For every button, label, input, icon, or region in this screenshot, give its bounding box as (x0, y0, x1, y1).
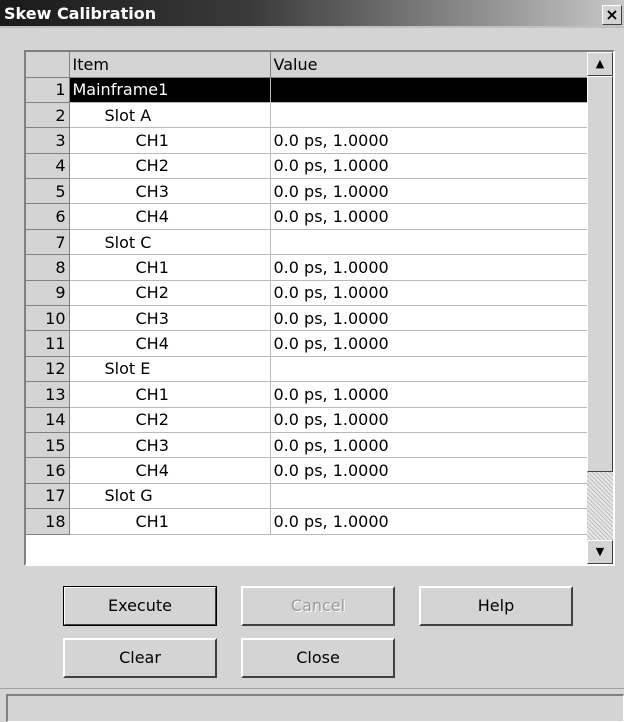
value-cell[interactable]: 0.0 ps, 1.0000 (270, 178, 588, 205)
item-cell[interactable]: CH1 (69, 381, 271, 408)
row-number[interactable]: 14 (26, 407, 70, 433)
table-row[interactable]: 1 Mainframe1 (26, 77, 588, 103)
table-row[interactable]: 6 CH4 0.0 ps, 1.0000 (26, 203, 588, 230)
table-row[interactable]: 13 CH1 0.0 ps, 1.0000 (26, 381, 588, 408)
item-cell[interactable]: CH1 (69, 254, 271, 281)
row-number[interactable]: 1 (26, 77, 70, 103)
item-cell[interactable]: CH3 (69, 432, 271, 459)
item-cell[interactable]: CH2 (69, 280, 271, 307)
value-cell[interactable] (270, 483, 588, 510)
value-cell[interactable]: 0.0 ps, 1.0000 (270, 407, 588, 433)
help-button[interactable]: Help (419, 586, 573, 626)
table-row[interactable]: 7 Slot C (26, 229, 588, 256)
execute-button[interactable]: Execute (63, 586, 217, 626)
separator (0, 688, 624, 689)
row-number[interactable]: 7 (26, 229, 70, 256)
item-cell[interactable]: CH1 (69, 508, 271, 535)
row-number[interactable]: 5 (26, 178, 70, 205)
item-cell[interactable]: CH3 (69, 178, 271, 205)
row-number[interactable]: 12 (26, 356, 70, 383)
grid-body: 1 Mainframe1 2 Slot A 3 CH1 0.0 ps, 1.0000 4 CH2… (26, 77, 588, 535)
header-row: Item Value (26, 52, 588, 78)
item-cell[interactable]: CH3 (69, 305, 271, 332)
title-bar[interactable]: Skew Calibration × (0, 0, 624, 28)
table-row[interactable]: 17 Slot G (26, 483, 588, 510)
value-cell[interactable] (270, 356, 588, 383)
value-cell[interactable]: 0.0 ps, 1.0000 (270, 305, 588, 332)
item-cell[interactable]: Slot E (69, 356, 271, 383)
row-number[interactable]: 10 (26, 305, 70, 332)
scroll-thumb[interactable] (587, 76, 613, 472)
value-cell[interactable]: 0.0 ps, 1.0000 (270, 508, 588, 535)
close-button[interactable]: Close (241, 638, 395, 678)
value-cell[interactable] (270, 229, 588, 256)
skew-grid[interactable]: Item Value 1 Mainframe1 2 Slot A 3 CH1 0.0 ps,… (26, 52, 588, 564)
scroll-down-arrow-icon[interactable]: ▼ (587, 540, 613, 564)
scroll-up-arrow-icon[interactable]: ▲ (587, 52, 613, 76)
table-row[interactable]: 11 CH4 0.0 ps, 1.0000 (26, 330, 588, 357)
window-title: Skew Calibration (4, 4, 157, 23)
status-bar (6, 694, 624, 722)
item-cell[interactable]: CH2 (69, 153, 271, 180)
row-number[interactable]: 2 (26, 102, 70, 129)
item-cell[interactable]: Mainframe1 (69, 77, 271, 103)
table-row[interactable]: 15 CH3 0.0 ps, 1.0000 (26, 432, 588, 459)
table-row[interactable]: 12 Slot E (26, 356, 588, 383)
value-cell[interactable]: 0.0 ps, 1.0000 (270, 432, 588, 459)
row-number[interactable]: 4 (26, 153, 70, 180)
item-cell[interactable]: Slot G (69, 483, 271, 510)
row-number[interactable]: 6 (26, 203, 70, 230)
value-cell[interactable]: 0.0 ps, 1.0000 (270, 280, 588, 307)
value-cell[interactable] (270, 102, 588, 129)
table-row[interactable]: 10 CH3 0.0 ps, 1.0000 (26, 305, 588, 332)
close-icon[interactable]: × (602, 5, 622, 25)
value-cell[interactable] (270, 77, 588, 103)
scroll-track[interactable] (587, 472, 613, 540)
table-row[interactable]: 14 CH2 0.0 ps, 1.0000 (26, 407, 588, 433)
item-cell[interactable]: CH1 (69, 127, 271, 154)
value-cell[interactable]: 0.0 ps, 1.0000 (270, 381, 588, 408)
table-row[interactable]: 18 CH1 0.0 ps, 1.0000 (26, 508, 588, 535)
item-cell[interactable]: Slot C (69, 229, 271, 256)
table-row[interactable]: 9 CH2 0.0 ps, 1.0000 (26, 280, 588, 307)
table-row[interactable]: 3 CH1 0.0 ps, 1.0000 (26, 127, 588, 154)
item-cell[interactable]: CH4 (69, 330, 271, 357)
row-number[interactable]: 9 (26, 280, 70, 307)
item-cell[interactable]: Slot A (69, 102, 271, 129)
value-cell[interactable]: 0.0 ps, 1.0000 (270, 153, 588, 180)
skew-table: Item Value 1 Mainframe1 2 Slot A 3 CH1 0.0 ps,… (26, 52, 588, 535)
cancel-button[interactable]: Cancel (241, 586, 395, 626)
clear-button[interactable]: Clear (63, 638, 217, 678)
item-cell[interactable]: CH4 (69, 457, 271, 484)
row-number[interactable]: 13 (26, 381, 70, 408)
row-number[interactable]: 11 (26, 330, 70, 357)
row-number[interactable]: 15 (26, 432, 70, 459)
value-cell[interactable]: 0.0 ps, 1.0000 (270, 254, 588, 281)
corner-header (26, 52, 70, 78)
skew-grid-frame: Item Value 1 Mainframe1 2 Slot A 3 CH1 0.0 ps,… (24, 50, 615, 566)
item-cell[interactable]: CH2 (69, 407, 271, 433)
value-cell[interactable]: 0.0 ps, 1.0000 (270, 330, 588, 357)
row-number[interactable]: 17 (26, 483, 70, 510)
column-header-item[interactable]: Item (69, 52, 271, 78)
table-row[interactable]: 16 CH4 0.0 ps, 1.0000 (26, 457, 588, 484)
column-header-value[interactable]: Value (270, 52, 588, 78)
row-number[interactable]: 16 (26, 457, 70, 484)
table-row[interactable]: 2 Slot A (26, 102, 588, 129)
row-number[interactable]: 18 (26, 508, 70, 535)
row-number[interactable]: 3 (26, 127, 70, 154)
table-row[interactable]: 8 CH1 0.0 ps, 1.0000 (26, 254, 588, 281)
value-cell[interactable]: 0.0 ps, 1.0000 (270, 457, 588, 484)
item-cell[interactable]: CH4 (69, 203, 271, 230)
row-number[interactable]: 8 (26, 254, 70, 281)
value-cell[interactable]: 0.0 ps, 1.0000 (270, 203, 588, 230)
value-cell[interactable]: 0.0 ps, 1.0000 (270, 127, 588, 154)
vertical-scrollbar[interactable]: ▲ ▼ (587, 52, 613, 564)
table-row[interactable]: 5 CH3 0.0 ps, 1.0000 (26, 178, 588, 205)
table-row[interactable]: 4 CH2 0.0 ps, 1.0000 (26, 153, 588, 180)
